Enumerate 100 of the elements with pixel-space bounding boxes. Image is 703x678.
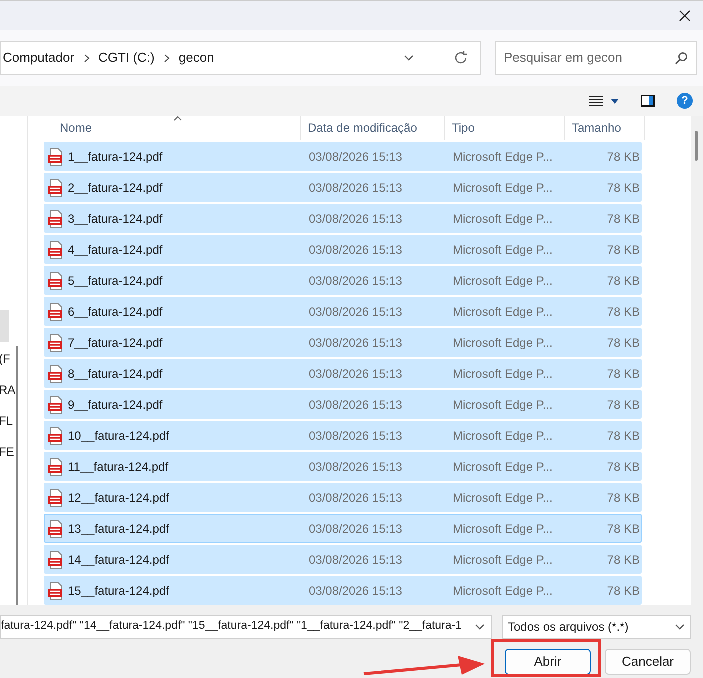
modified-date: 03/08/2026 15:13	[308, 242, 404, 258]
modified-date: 03/08/2026 15:13	[308, 304, 404, 320]
nav-item[interactable]: FL	[0, 412, 27, 443]
file-type: Microsoft Edge P...	[452, 520, 554, 538]
pdf-file-icon	[48, 210, 64, 228]
file-row[interactable]: 8__fatura-124.pdf 03/08/2026 15:13 Microsoft Edge P... 78 KB	[44, 359, 642, 388]
file-name: 6__fatura-124.pdf	[68, 304, 163, 320]
search-input[interactable]: Pesquisar em gecon	[504, 48, 675, 68]
file-name: 8__fatura-124.pdf	[68, 366, 163, 382]
file-type: Microsoft Edge P...	[452, 366, 554, 382]
pdf-file-icon	[48, 272, 64, 290]
file-name: 5__fatura-124.pdf	[68, 272, 163, 290]
file-row[interactable]: 1__fatura-124.pdf 03/08/2026 15:13 Microsoft Edge P... 78 KB	[44, 142, 642, 171]
file-name: 15__fatura-124.pdf	[68, 582, 170, 600]
file-size: 78 KB	[606, 304, 640, 320]
file-size: 78 KB	[606, 210, 640, 228]
file-row[interactable]: 9__fatura-124.pdf 03/08/2026 15:13 Microsoft Edge P... 78 KB	[44, 390, 642, 419]
address-bar[interactable]: Computador CGTI (C:) gecon	[0, 41, 481, 75]
modified-date: 03/08/2026 15:13	[308, 334, 404, 352]
modified-date: 03/08/2026 15:13	[308, 148, 404, 166]
chevron-right-icon	[164, 54, 170, 62]
chevron-right-icon	[84, 54, 90, 62]
file-size: 78 KB	[606, 582, 640, 600]
modified-date: 03/08/2026 15:13	[308, 180, 404, 196]
file-type: Microsoft Edge P...	[452, 148, 554, 166]
modified-date: 03/08/2026 15:13	[308, 428, 404, 444]
column-header[interactable]: Nome	[44, 116, 301, 140]
file-type: Microsoft Edge P...	[452, 428, 554, 444]
file-size: 78 KB	[606, 334, 640, 352]
file-name: 11__fatura-124.pdf	[68, 458, 169, 476]
file-name: 4__fatura-124.pdf	[68, 242, 163, 258]
dropdown-icon[interactable]	[404, 55, 414, 61]
file-type: Microsoft Edge P...	[452, 458, 554, 476]
file-type: Microsoft Edge P...	[452, 396, 554, 414]
pdf-file-icon	[48, 334, 64, 352]
help-icon[interactable]: ?	[677, 93, 693, 109]
file-type: Microsoft Edge P...	[452, 242, 554, 258]
refresh-icon[interactable]	[454, 51, 468, 65]
file-size: 78 KB	[606, 272, 640, 290]
file-type: Microsoft Edge P...	[452, 552, 554, 568]
pdf-file-icon	[48, 364, 64, 382]
file-size: 78 KB	[606, 458, 640, 476]
file-size: 78 KB	[606, 148, 640, 166]
open-button[interactable]: Abrir	[505, 649, 591, 675]
search-field[interactable]: Pesquisar em gecon	[495, 41, 697, 75]
column-header[interactable]: Tamanho	[565, 116, 645, 140]
nav-item[interactable]: (F	[0, 350, 27, 381]
nav-item[interactable]: RA	[0, 381, 27, 412]
file-row[interactable]: 11__fatura-124.pdf 03/08/2026 15:13 Microsoft Edge P... 78 KB	[44, 452, 642, 481]
file-row[interactable]: 7__fatura-124.pdf 03/08/2026 15:13 Microsoft Edge P... 78 KB	[44, 328, 642, 357]
file-name-field[interactable]: fatura-124.pdf" "14__fatura-124.pdf" "15__fatura-124.pdf" "1__fatura-124.pdf" "2__fatura-1	[0, 615, 492, 639]
file-type: Microsoft Edge P...	[452, 210, 554, 228]
breadcrumb-item[interactable]: gecon	[178, 48, 214, 68]
sort-up-icon	[174, 116, 182, 121]
file-row[interactable]: 15__fatura-124.pdf 03/08/2026 15:13 Microsoft Edge P... 78 KB	[44, 576, 642, 605]
file-name: 10__fatura-124.pdf	[68, 428, 170, 444]
file-size: 78 KB	[606, 428, 640, 444]
pdf-file-icon	[48, 520, 64, 538]
modified-date: 03/08/2026 15:13	[308, 552, 404, 568]
file-row[interactable]: 5__fatura-124.pdf 03/08/2026 15:13 Microsoft Edge P... 78 KB	[44, 266, 642, 295]
file-row[interactable]: 10__fatura-124.pdf 03/08/2026 15:13 Microsoft Edge P... 78 KB	[44, 421, 642, 450]
modified-date: 03/08/2026 15:13	[308, 458, 404, 476]
nav-item[interactable]: FE	[0, 443, 27, 474]
search-icon[interactable]	[675, 52, 688, 64]
pdf-file-icon	[48, 458, 64, 476]
file-size: 78 KB	[606, 552, 640, 568]
column-header[interactable]: Tipo	[445, 116, 565, 140]
file-size: 78 KB	[606, 366, 640, 382]
file-name: 7__fatura-124.pdf	[68, 334, 163, 352]
file-type-dropdown[interactable]: Todos os arquivos (*.*)	[502, 615, 691, 639]
file-row[interactable]: 14__fatura-124.pdf 03/08/2026 15:13 Microsoft Edge P... 78 KB	[44, 545, 642, 574]
caret-down-icon[interactable]	[611, 98, 619, 104]
pdf-file-icon	[48, 582, 64, 600]
view-list-icon[interactable]	[589, 96, 603, 106]
pdf-file-icon	[48, 148, 64, 166]
file-row[interactable]: 13__fatura-124.pdf 03/08/2026 15:13 Microsoft Edge P... 78 KB	[44, 514, 642, 543]
file-row[interactable]: 12__fatura-124.pdf 03/08/2026 15:13 Microsoft Edge P... 78 KB	[44, 483, 642, 512]
file-type: Microsoft Edge P...	[452, 272, 554, 290]
preview-pane-icon[interactable]	[641, 95, 655, 107]
pdf-file-icon	[48, 396, 64, 414]
file-row[interactable]: 6__fatura-124.pdf 03/08/2026 15:13 Microsoft Edge P... 78 KB	[44, 297, 642, 326]
file-name: 9__fatura-124.pdf	[68, 396, 163, 414]
modified-date: 03/08/2026 15:13	[308, 490, 404, 506]
column-header[interactable]: Data de modificação	[301, 116, 445, 140]
file-name: 3__fatura-124.pdf	[68, 210, 163, 228]
chevron-down-icon[interactable]	[475, 624, 485, 630]
file-type-value: Todos os arquivos (*.*)	[508, 619, 629, 636]
file-name: 2__fatura-124.pdf	[68, 180, 163, 196]
file-row[interactable]: 2__fatura-124.pdf 03/08/2026 15:13 Microsoft Edge P... 78 KB	[44, 173, 642, 202]
close-icon[interactable]	[679, 10, 691, 22]
file-row[interactable]: 4__fatura-124.pdf 03/08/2026 15:13 Microsoft Edge P... 78 KB	[44, 235, 642, 264]
breadcrumb-item[interactable]: CGTI (C:)	[98, 48, 155, 68]
pdf-file-icon	[48, 488, 64, 506]
file-type: Microsoft Edge P...	[452, 490, 554, 506]
chevron-down-icon[interactable]	[675, 624, 685, 630]
file-row[interactable]: 3__fatura-124.pdf 03/08/2026 15:13 Microsoft Edge P... 78 KB	[44, 204, 642, 233]
modified-date: 03/08/2026 15:13	[308, 582, 404, 600]
modified-date: 03/08/2026 15:13	[308, 396, 404, 414]
breadcrumb-item[interactable]: Computador	[3, 48, 75, 68]
cancel-button[interactable]: Cancelar	[605, 649, 691, 675]
